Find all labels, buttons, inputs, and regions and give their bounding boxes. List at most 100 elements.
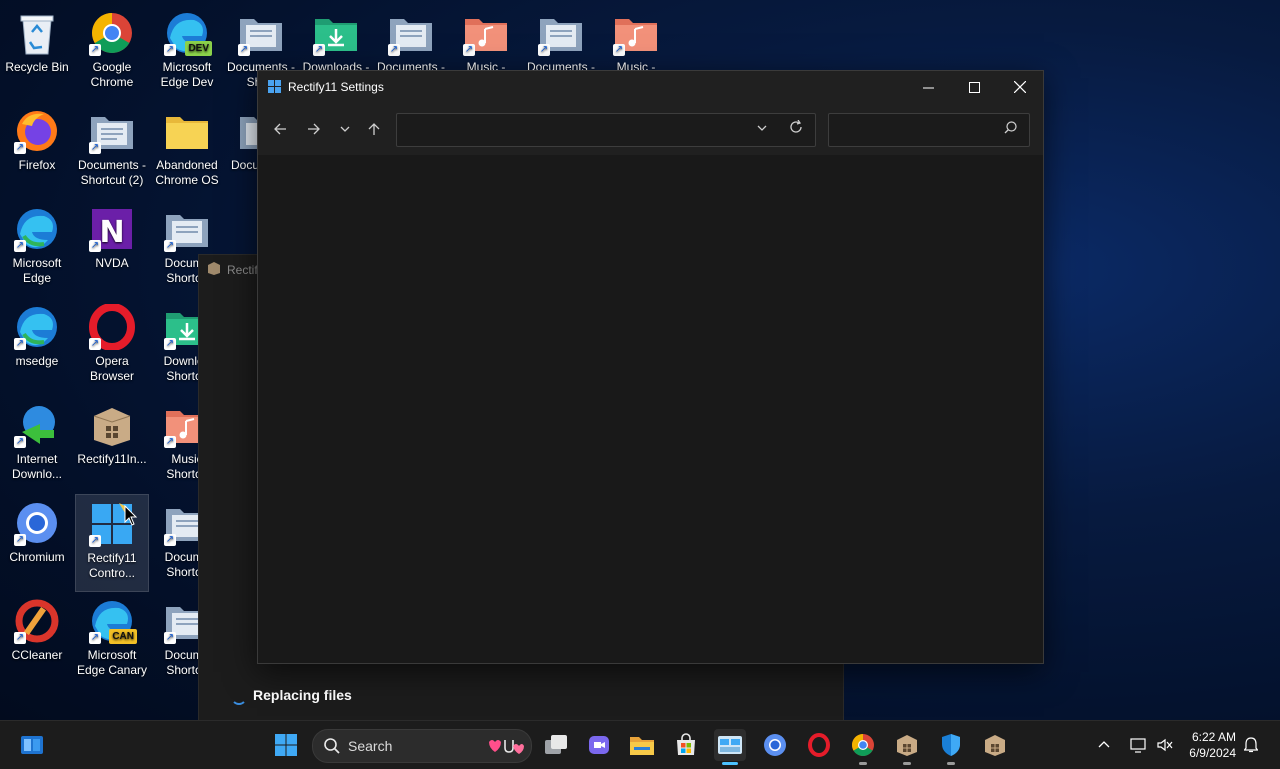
shortcut-arrow-icon: ↗ [14, 534, 26, 546]
notifications-button[interactable] [1244, 721, 1258, 769]
widgets-icon [21, 736, 43, 754]
shortcut-arrow-icon: ↗ [14, 240, 26, 252]
svg-text:N: N [99, 215, 124, 250]
window-title: Rectify11 Settings [288, 80, 384, 94]
package-icon [897, 735, 917, 756]
opera-icon: ↗ [87, 302, 137, 352]
settings-window-icon [718, 736, 742, 754]
address-history-button[interactable] [757, 122, 767, 136]
refresh-button[interactable] [789, 119, 803, 138]
chevron-down-icon [340, 126, 350, 132]
nvda-icon: N ↗ [87, 204, 137, 254]
shortcut-arrow-icon: ↗ [89, 535, 101, 547]
shortcut-arrow-icon: ↗ [14, 436, 26, 448]
network-icon [1130, 738, 1146, 753]
package-icon [207, 261, 221, 278]
edge-canary-icon: ↗ CAN [87, 596, 137, 646]
microsoft-store-button[interactable] [670, 729, 702, 761]
rectify11-settings-window[interactable]: Rectify11 Settings [257, 70, 1044, 664]
file-explorer-button[interactable] [626, 729, 658, 761]
nvda-shortcut[interactable]: N ↗ NVDA [76, 200, 148, 296]
close-button[interactable] [997, 71, 1043, 103]
shortcut-arrow-icon: ↗ [238, 44, 250, 56]
maximize-button[interactable] [951, 71, 997, 103]
navigation-toolbar [258, 103, 1043, 155]
windows-security-taskbar-button[interactable] [935, 729, 967, 765]
shortcut-arrow-icon: ↗ [14, 632, 26, 644]
taskbar: Search 6:22 AM 6/9/2024 [0, 720, 1280, 769]
documents-shortcut-2[interactable]: ↗ Documents - Shortcut (2) [76, 102, 148, 198]
folder-music-icon: ↗ [461, 8, 511, 58]
internet-download-manager-icon: ↗ [12, 400, 62, 450]
widgets-button[interactable] [16, 729, 48, 761]
recent-locations-button[interactable] [331, 115, 359, 143]
installer-taskbar-button[interactable] [891, 729, 923, 765]
shortcut-arrow-icon: ↗ [613, 44, 625, 56]
rectify11-installer-shortcut[interactable]: Rectify11In... [76, 396, 148, 492]
installer-status-text: Replacing files [253, 687, 352, 703]
microsoft-edge-dev-shortcut[interactable]: ↗ DEV Microsoft Edge Dev [151, 4, 223, 100]
close-icon [1014, 81, 1026, 93]
mouse-cursor-icon [124, 504, 138, 532]
taskbar-search[interactable]: Search [312, 729, 532, 763]
recycle-bin-shortcut[interactable]: Recycle Bin [1, 4, 73, 100]
microsoft-edge-shortcut[interactable]: ↗ Microsoft Edge [1, 200, 73, 296]
dev-badge: DEV [185, 41, 212, 56]
icon-label: Chromium [9, 550, 65, 564]
forward-button[interactable] [300, 115, 328, 143]
task-view-icon [545, 735, 567, 754]
chrome-taskbar-button[interactable] [847, 729, 879, 765]
address-bar[interactable] [396, 113, 816, 147]
refresh-icon [790, 119, 802, 133]
firefox-shortcut[interactable]: ↗ Firefox [1, 102, 73, 198]
network-status-button[interactable] [1130, 721, 1148, 769]
ccleaner-icon: ↗ [12, 596, 62, 646]
windows-logo-icon [268, 80, 281, 93]
icon-label: Documents - Shortcut (2) [77, 158, 147, 187]
abandoned-chrome-os-folder[interactable]: Abandoned Chrome OS [151, 102, 223, 198]
msedge-shortcut[interactable]: ↗ msedge [1, 298, 73, 394]
running-indicator [903, 762, 911, 765]
ccleaner-shortcut[interactable]: ↗ CCleaner [1, 592, 73, 688]
shortcut-arrow-icon: ↗ [89, 240, 101, 252]
opera-browser-shortcut[interactable]: ↗ Opera Browser [76, 298, 148, 394]
internet-download-manager-shortcut[interactable]: ↗ Internet Downlo... [1, 396, 73, 492]
title-bar[interactable]: Rectify11 Settings [258, 71, 1043, 103]
store-icon [677, 733, 695, 755]
folder-icon [162, 106, 212, 156]
shortcut-arrow-icon: ↗ [164, 436, 176, 448]
microsoft-edge-canary-shortcut[interactable]: ↗ CAN Microsoft Edge Canary [76, 592, 148, 688]
search-icon [323, 735, 341, 760]
shortcut-arrow-icon: ↗ [89, 632, 101, 644]
rectify11-settings-taskbar-button[interactable] [714, 729, 746, 765]
up-button[interactable] [360, 115, 388, 143]
show-hidden-icons-button[interactable] [1098, 721, 1110, 769]
clock[interactable]: 6:22 AM 6/9/2024 [1189, 729, 1236, 761]
chevron-down-icon [757, 125, 767, 131]
recycle-bin-icon [12, 8, 62, 58]
opera-taskbar-button[interactable] [803, 729, 835, 761]
back-button[interactable] [266, 115, 294, 143]
chat-icon [589, 736, 609, 754]
search-box[interactable] [828, 113, 1030, 147]
package-icon [985, 735, 1005, 756]
icon-label: NVDA [95, 256, 129, 270]
package-icon [87, 400, 137, 450]
chromium-shortcut[interactable]: ↗ Chromium [1, 494, 73, 590]
task-view-button[interactable] [540, 729, 572, 761]
start-button[interactable] [270, 729, 302, 761]
volume-button[interactable] [1156, 721, 1174, 769]
shield-icon [942, 734, 960, 756]
teams-chat-button[interactable] [583, 729, 615, 761]
icon-label: Recycle Bin [5, 60, 69, 74]
minimize-button[interactable] [905, 71, 951, 103]
clock-time: 6:22 AM [1191, 730, 1236, 744]
canary-badge: CAN [109, 629, 137, 644]
installer-taskbar-button-2[interactable] [979, 729, 1011, 761]
running-indicator [859, 762, 867, 765]
google-chrome-shortcut[interactable]: ↗ Google Chrome [76, 4, 148, 100]
chromium-taskbar-button[interactable] [759, 729, 791, 761]
shortcut-arrow-icon: ↗ [164, 240, 176, 252]
windows-logo-icon [275, 734, 297, 756]
folder-downloads-icon: ↗ [311, 8, 361, 58]
